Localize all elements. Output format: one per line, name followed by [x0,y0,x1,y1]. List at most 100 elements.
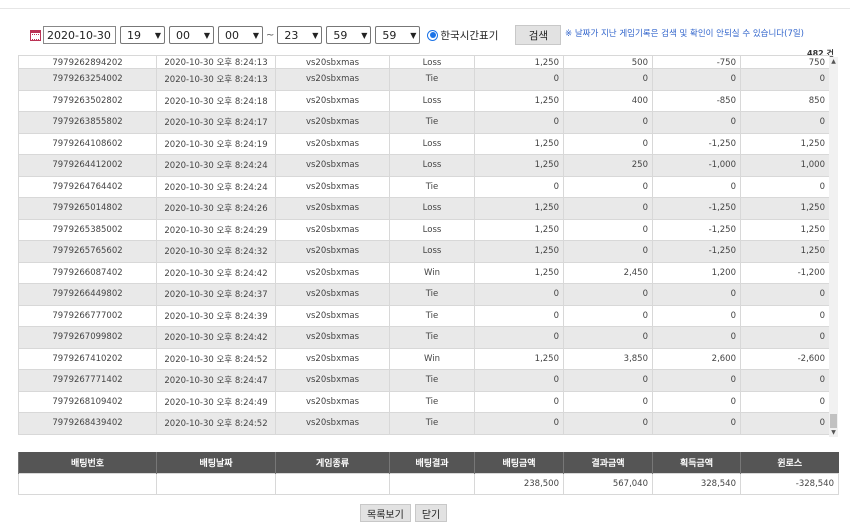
bet-date-cell: 2020-10-30 오후 8:24:37 [156,283,276,306]
chevron-down-icon: ▼ [410,30,417,40]
search-button[interactable]: 검색 [515,25,562,45]
game-type-cell: vs20sbxmas [275,283,390,306]
calendar-icon[interactable] [30,29,41,41]
table-row: 7979268109402 2020-10-30 오후 8:24:49 vs20sb… [18,390,830,413]
summary-header-cell: 배팅번호 [18,452,157,473]
summary-header-cell: 게임종류 [275,452,390,473]
end-second-select[interactable]: 59 ▼ [375,26,421,44]
chevron-down-icon: ▼ [154,30,161,40]
bet-result-cell: Tie [389,304,475,327]
bet-result-cell: Loss [389,154,475,177]
gain-amount-cell: 0 [652,369,741,392]
bet-amount-cell: 0 [474,412,564,435]
bet-date-cell: 2020-10-30 오후 8:24:52 [156,347,276,370]
bet-id-cell: 7979266087402 [18,261,157,284]
gain-amount-cell: 0 [652,175,741,198]
end-minute-select[interactable]: 59 ▼ [326,26,372,44]
bet-result-cell: Tie [389,111,475,134]
summary-header-row: 배팅번호 배팅날짜 게임종류 배팅결과 배팅금액 결과금액 획득금액 윈로스 [18,452,839,473]
date-input[interactable] [43,26,116,44]
bet-result-cell: Loss [389,240,475,263]
game-type-cell: vs20sbxmas [275,55,390,69]
records-table-container[interactable]: 7979262894202 2020-10-30 오후 8:24:13 vs20sb… [18,55,838,440]
summary-value-cell [18,472,157,495]
game-type-cell: vs20sbxmas [275,390,390,413]
win-loss-cell: -1,200 [740,261,830,284]
result-amount-cell: 0 [563,132,653,155]
bet-date-cell: 2020-10-30 오후 8:24:39 [156,304,276,327]
bet-amount-cell: 1,250 [474,261,564,284]
bet-id-cell: 7979266449802 [18,283,157,306]
result-amount-cell: 2,450 [563,261,653,284]
bet-date-cell: 2020-10-30 오후 8:24:32 [156,240,276,263]
result-amount-cell: 250 [563,154,653,177]
result-amount-cell: 3,850 [563,347,653,370]
game-type-cell: vs20sbxmas [275,197,390,220]
table-scrollbar[interactable]: ▲ ▼ [829,57,838,437]
summary-header-cell: 배팅결과 [389,452,475,473]
gain-amount-cell: 0 [652,68,741,91]
scroll-thumb[interactable] [830,414,837,428]
summary-header-cell: 획득금액 [652,452,741,473]
bet-date-cell: 2020-10-30 오후 8:24:47 [156,369,276,392]
bet-date-cell: 2020-10-30 오후 8:24:24 [156,154,276,177]
game-type-cell: vs20sbxmas [275,261,390,284]
game-type-cell: vs20sbxmas [275,68,390,91]
bet-id-cell: 7979265765602 [18,240,157,263]
bet-result-cell: Tie [389,283,475,306]
result-amount-cell: 0 [563,304,653,327]
result-amount-cell: 0 [563,240,653,263]
bet-id-cell: 7979263502802 [18,89,157,112]
bet-result-cell: Tie [389,412,475,435]
korea-time-label: 한국시간표기 [440,29,499,42]
chevron-down-icon: ▼ [361,30,368,40]
table-row: 7979265014802 2020-10-30 오후 8:24:26 vs20sb… [18,197,830,220]
bet-date-cell: 2020-10-30 오후 8:24:17 [156,111,276,134]
win-loss-cell: 0 [740,111,830,134]
end-hour-select[interactable]: 23 ▼ [277,26,323,44]
close-button[interactable]: 닫기 [414,504,448,522]
bet-date-cell: 2020-10-30 오후 8:24:19 [156,132,276,155]
summary-value-cell [389,472,475,495]
bet-id-cell: 7979267099802 [18,326,157,349]
bet-amount-cell: 0 [474,68,564,91]
bet-result-cell: Tie [389,326,475,349]
gain-amount-cell: -1,250 [652,218,741,241]
scroll-up-arrow-icon[interactable]: ▲ [829,57,838,66]
bet-date-cell: 2020-10-30 오후 8:24:26 [156,197,276,220]
start-second-select[interactable]: 00 ▼ [218,26,263,44]
gain-amount-cell: -1,000 [652,154,741,177]
table-row: 7979267410202 2020-10-30 오후 8:24:52 vs20sb… [18,347,830,370]
summary-value-cell: 238,500 [474,472,564,495]
top-divider [0,0,850,9]
result-amount-cell: 0 [563,412,653,435]
records-table-body: 7979262894202 2020-10-30 오후 8:24:13 vs20sb… [18,55,830,435]
table-row: 7979266087402 2020-10-30 오후 8:24:42 vs20sb… [18,261,830,284]
win-loss-cell: -2,600 [740,347,830,370]
bet-amount-cell: 1,250 [474,197,564,220]
list-view-button[interactable]: 목록보기 [360,504,411,522]
bet-id-cell: 7979266777002 [18,304,157,327]
win-loss-cell: 1,250 [740,240,830,263]
start-hour-select[interactable]: 19 ▼ [120,26,165,44]
bet-amount-cell: 0 [474,175,564,198]
game-type-cell: vs20sbxmas [275,175,390,198]
bet-amount-cell: 0 [474,326,564,349]
scroll-down-arrow-icon[interactable]: ▼ [829,428,838,437]
bet-date-cell: 2020-10-30 오후 8:24:42 [156,326,276,349]
korea-time-radio[interactable] [427,29,439,41]
summary-value-cell: -328,540 [740,472,839,495]
gain-amount-cell: -850 [652,89,741,112]
bottom-buttons: 목록보기 닫기 [360,504,448,522]
summary-values-row: 238,500 567,040 328,540 -328,540 [18,472,839,495]
gain-amount-cell: 0 [652,390,741,413]
bet-amount-cell: 0 [474,304,564,327]
win-loss-cell: 750 [740,55,830,69]
result-amount-cell: 0 [563,111,653,134]
bet-date-cell: 2020-10-30 오후 8:24:24 [156,175,276,198]
bet-date-cell: 2020-10-30 오후 8:24:42 [156,261,276,284]
gain-amount-cell: 0 [652,304,741,327]
game-type-cell: vs20sbxmas [275,132,390,155]
start-minute-select[interactable]: 00 ▼ [169,26,214,44]
bet-amount-cell: 1,250 [474,240,564,263]
